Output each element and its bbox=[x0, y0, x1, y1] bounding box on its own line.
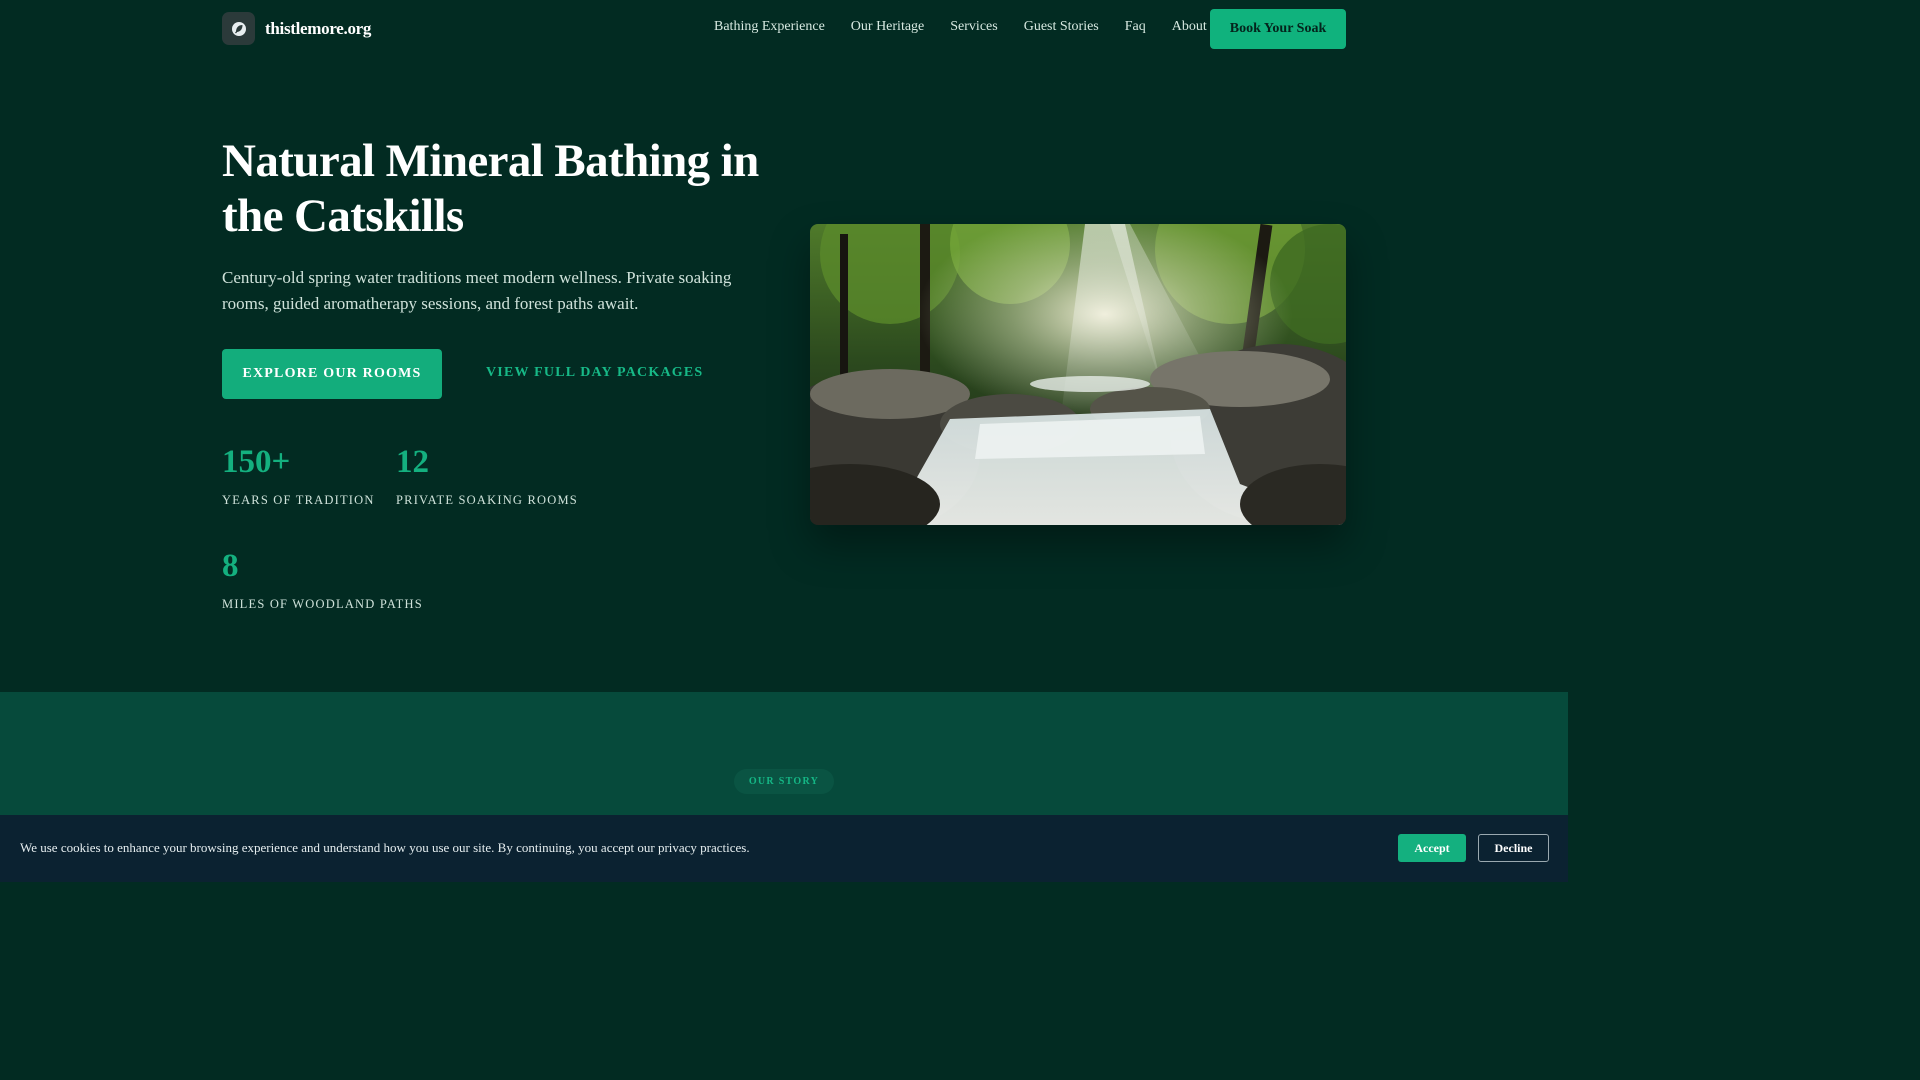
stat-value: 8 bbox=[222, 548, 239, 584]
cookie-message: We use cookies to enhance your browsing … bbox=[20, 840, 750, 855]
nav-link-about[interactable]: About bbox=[1172, 19, 1207, 35]
our-story-badge: OUR STORY bbox=[734, 769, 834, 794]
stat-value: 150+ bbox=[222, 444, 291, 480]
stat-rooms: 12 PRIVATE SOAKING ROOMS bbox=[396, 444, 578, 508]
nav-link-faq[interactable]: Faq bbox=[1125, 19, 1146, 35]
hero-subtitle: Century-old spring water traditions meet… bbox=[222, 268, 732, 313]
brand-name: thistlemore.org bbox=[265, 18, 372, 38]
stat-paths: 8 MILES OF WOODLAND PATHS bbox=[222, 548, 423, 612]
book-your-soak-button[interactable]: Book Your Soak bbox=[1210, 9, 1346, 49]
nav-link-guest-stories[interactable]: Guest Stories bbox=[1024, 19, 1099, 35]
top-navigation: thistlemore.org Bathing Experience Our H… bbox=[0, 0, 1568, 58]
nav-link-our-heritage[interactable]: Our Heritage bbox=[851, 19, 924, 35]
nav-links: Bathing Experience Our Heritage Services… bbox=[714, 19, 1233, 35]
stat-label: YEARS OF TRADITION bbox=[222, 493, 375, 507]
nav-link-bathing-experience[interactable]: Bathing Experience bbox=[714, 19, 825, 35]
explore-rooms-button[interactable]: EXPLORE OUR ROOMS bbox=[222, 349, 442, 399]
nav-link-services[interactable]: Services bbox=[950, 19, 997, 35]
hero-title: Natural Mineral Bathing in the Catskills bbox=[222, 135, 759, 242]
accept-cookies-button[interactable]: Accept bbox=[1398, 834, 1466, 862]
stat-value: 12 bbox=[396, 444, 429, 480]
forest-waterfall-photo bbox=[810, 224, 1346, 525]
decline-cookies-button[interactable]: Decline bbox=[1478, 834, 1549, 862]
brand[interactable]: thistlemore.org bbox=[222, 12, 371, 45]
leaf-logo-icon bbox=[222, 12, 255, 45]
stat-years: 150+ YEARS OF TRADITION bbox=[222, 444, 375, 508]
stat-label: PRIVATE SOAKING ROOMS bbox=[396, 493, 578, 507]
view-packages-link[interactable]: VIEW FULL DAY PACKAGES bbox=[486, 365, 703, 381]
stat-label: MILES OF WOODLAND PATHS bbox=[222, 597, 423, 611]
